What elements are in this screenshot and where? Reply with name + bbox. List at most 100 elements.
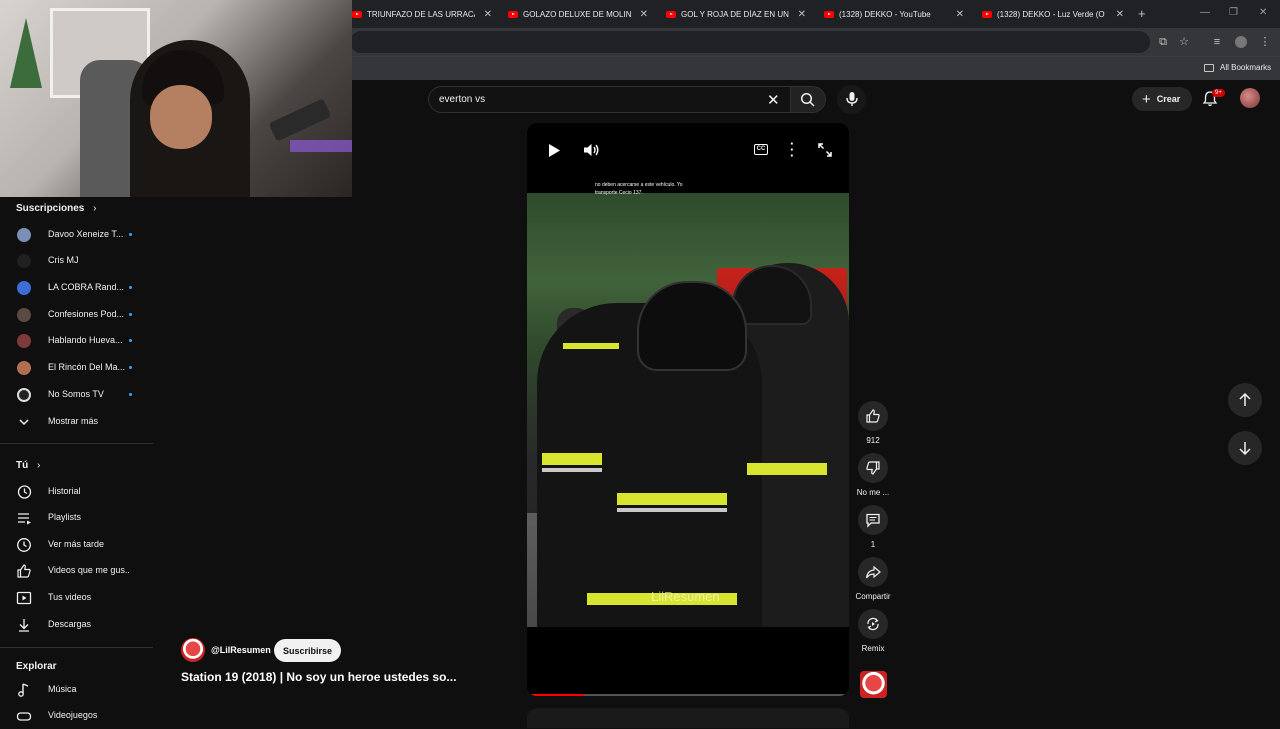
sidebar-item-label: Tus videos xyxy=(48,592,92,602)
comment-icon xyxy=(866,513,880,528)
volume-icon[interactable] xyxy=(583,142,600,158)
reflective-stripe xyxy=(617,508,727,512)
next-short-preview[interactable] xyxy=(527,708,849,728)
youtube-favicon-icon xyxy=(824,10,834,18)
chevron-down-icon xyxy=(19,419,29,426)
show-more-label: Mostrar más xyxy=(48,416,99,426)
subscribe-button[interactable]: Suscribirse xyxy=(274,639,341,662)
tab-close-icon[interactable]: ✕ xyxy=(956,9,964,20)
fullscreen-icon[interactable] xyxy=(818,143,832,157)
shorts-player[interactable]: LilResumen no deben acercarse a este veh… xyxy=(527,123,849,696)
previous-short-button[interactable] xyxy=(1228,383,1262,417)
sidebar-item-subscription[interactable]: Confesiones Pod... xyxy=(0,302,153,328)
gamepad-icon xyxy=(16,712,32,721)
sidebar-item-subscription[interactable]: Hablando Huevа... xyxy=(0,328,153,354)
all-bookmarks-link[interactable]: All Bookmarks xyxy=(1220,63,1271,72)
sidebar-item-gaming[interactable]: Videojuegos xyxy=(0,703,153,729)
share-icon xyxy=(865,565,881,579)
sidebar-item-subscription[interactable]: No Somos TV xyxy=(0,382,153,408)
tab-title: GOL Y ROJA DE DÍAZ EN UN P xyxy=(681,9,789,19)
sidebar-item-liked-videos[interactable]: Videos que me gus... xyxy=(0,558,153,584)
subscriptions-heading[interactable]: Suscripciones › xyxy=(16,203,96,214)
closed-captions-icon[interactable]: CC xyxy=(754,144,768,155)
new-content-dot xyxy=(129,313,132,316)
sidebar-item-playlists[interactable]: Playlists xyxy=(0,505,153,531)
new-tab-icon[interactable]: + xyxy=(1138,6,1146,21)
sidebar-item-music[interactable]: Música xyxy=(0,677,153,703)
progress-bar[interactable] xyxy=(531,694,845,696)
subscriptions-label: Suscripciones xyxy=(16,203,85,214)
sidebar-item-history[interactable]: Historial xyxy=(0,479,153,505)
new-content-dot xyxy=(129,366,132,369)
address-bar[interactable] xyxy=(350,31,1150,53)
channel-thumbnail[interactable] xyxy=(860,671,887,698)
reflective-stripe xyxy=(563,343,619,349)
next-short-button[interactable] xyxy=(1228,431,1262,465)
channel-name: Confesiones Pod... xyxy=(48,309,125,319)
short-title[interactable]: Station 19 (2018) | No soy un heroe uste… xyxy=(181,670,456,684)
video-caption: no deben acercarse a este vehículo. Yo t… xyxy=(595,182,683,196)
search-input[interactable]: everton vs ✕ xyxy=(428,86,790,113)
voice-search-button[interactable] xyxy=(837,85,866,114)
sidebar-item-label: Videojuegos xyxy=(48,710,98,720)
clear-search-icon[interactable]: ✕ xyxy=(767,91,780,109)
restore-icon[interactable]: ❐ xyxy=(1229,7,1238,18)
play-icon[interactable] xyxy=(547,143,561,158)
sidebar: Suscripciones › Davoo Xeneize T... Cris … xyxy=(0,197,153,721)
account-avatar[interactable] xyxy=(1240,88,1260,108)
sidebar-item-subscription[interactable]: Davoo Xeneize T... xyxy=(0,222,153,248)
show-more-button[interactable]: Mostrar más xyxy=(0,409,153,435)
share-button[interactable] xyxy=(858,557,888,587)
create-button[interactable]: + Crear xyxy=(1132,87,1192,111)
channel-name: El Rincón Del Ma... xyxy=(48,362,126,372)
browser-menu-icon[interactable]: ⋮ xyxy=(1259,36,1271,48)
channel-avatar[interactable] xyxy=(181,638,205,662)
new-content-dot xyxy=(129,233,132,236)
dislike-button[interactable] xyxy=(858,453,888,483)
sidebar-item-subscription[interactable]: LA COBRA Rand... xyxy=(0,275,153,301)
minimize-icon[interactable]: — xyxy=(1200,7,1210,18)
channel-handle[interactable]: @LilResumen xyxy=(211,645,271,655)
profile-icon[interactable] xyxy=(1235,36,1247,48)
more-options-icon[interactable]: · · · xyxy=(790,137,794,162)
tab-close-icon[interactable]: ✕ xyxy=(798,9,806,20)
youtube-favicon-icon xyxy=(666,10,676,18)
channel-avatar xyxy=(17,228,31,242)
sidebar-item-downloads[interactable]: Descargas xyxy=(0,612,153,638)
bookmark-star-icon[interactable]: ☆ xyxy=(1178,36,1190,48)
browser-tab-1[interactable]: TRIUNFAZO DE LAS URRACAS ✕ xyxy=(352,4,492,24)
tab-title: (1328) DEKKO - Luz Verde (Offi xyxy=(997,9,1105,19)
arrow-down-icon xyxy=(1239,442,1251,455)
sidebar-item-watch-later[interactable]: Ver más tarde xyxy=(0,532,153,558)
channel-avatar xyxy=(17,281,31,295)
playlist-icon xyxy=(18,513,31,525)
youtube-favicon-icon xyxy=(352,10,362,18)
browser-tab-2[interactable]: GOLAZO DELUXE DE MOLINA Y ✕ xyxy=(508,4,648,24)
divider xyxy=(0,647,153,648)
sidebar-item-your-videos[interactable]: Tus videos xyxy=(0,585,153,611)
sidebar-item-subscription[interactable]: Cris MJ xyxy=(0,248,153,274)
browser-tab-3[interactable]: GOL Y ROJA DE DÍAZ EN UN P ✕ xyxy=(666,4,806,24)
search-button[interactable] xyxy=(790,86,826,113)
reflective-stripe xyxy=(542,468,602,472)
remix-label: Remix xyxy=(861,644,885,653)
you-heading[interactable]: Tú › xyxy=(16,460,40,471)
tab-close-icon[interactable]: ✕ xyxy=(640,9,648,20)
install-app-icon[interactable]: ⧉ xyxy=(1157,36,1169,48)
browser-tab-5[interactable]: (1328) DEKKO - Luz Verde (Offi ✕ xyxy=(982,4,1124,24)
close-window-icon[interactable]: ✕ xyxy=(1259,7,1267,18)
sidebar-item-label: Playlists xyxy=(48,512,82,522)
media-control-icon[interactable]: ≡ xyxy=(1211,36,1223,48)
remix-button[interactable] xyxy=(858,609,888,639)
like-button[interactable] xyxy=(858,401,888,431)
new-content-dot xyxy=(129,393,132,396)
tab-close-icon[interactable]: ✕ xyxy=(484,9,492,20)
arrow-up-icon xyxy=(1239,393,1251,406)
folder-icon xyxy=(1204,64,1214,72)
browser-tab-4[interactable]: (1328) DEKKO - YouTube ✕ xyxy=(824,4,964,24)
comments-button[interactable] xyxy=(858,505,888,535)
music-icon xyxy=(18,683,29,697)
tab-close-icon[interactable]: ✕ xyxy=(1116,9,1124,20)
play-square-icon xyxy=(16,591,32,605)
sidebar-item-subscription[interactable]: El Rincón Del Ma... xyxy=(0,355,153,381)
